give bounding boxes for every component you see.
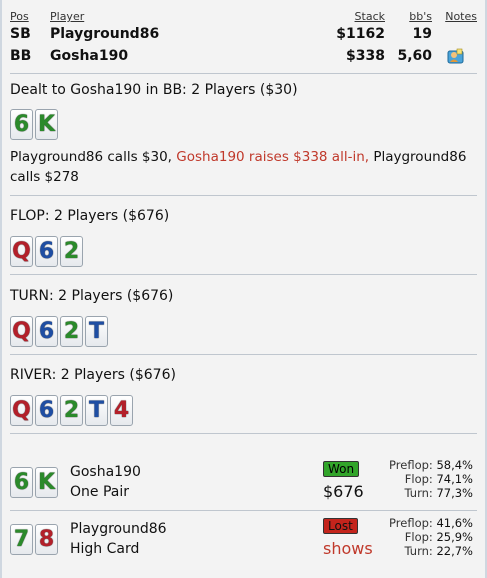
lost-badge: Lost: [323, 518, 358, 534]
card: 4: [110, 395, 133, 426]
preflop-label: Preflop:: [389, 458, 433, 472]
showdown-cards: 7 8: [10, 524, 58, 556]
flop-equity: 25,9%: [436, 530, 473, 544]
divider: [10, 510, 477, 511]
result-player-name[interactable]: Playground86: [70, 521, 167, 537]
turn-title: TURN: 2 Players ($676): [10, 288, 174, 304]
col-stack-header[interactable]: Stack: [355, 10, 385, 23]
divider: [10, 354, 477, 355]
player-bbs: 19: [412, 26, 432, 42]
card: K: [35, 109, 58, 140]
hole-cards: 6 K: [10, 109, 58, 141]
equity-stats: Preflop: 41,6% Flop: 25,9% Turn: 22,7%: [389, 516, 473, 558]
card: 7: [10, 524, 33, 555]
player-stack: $338: [346, 48, 385, 64]
action-call-amount: calls $278: [10, 169, 79, 185]
col-bbs-header[interactable]: bb's: [409, 10, 432, 23]
player-name[interactable]: Gosha190: [50, 48, 128, 64]
flop-label: Flop:: [404, 530, 433, 544]
card: 6: [35, 236, 58, 267]
divider: [10, 274, 477, 275]
player-pos: SB: [10, 26, 31, 42]
river-cards: Q 6 2 T 4: [10, 395, 133, 427]
preflop-title: Dealt to Gosha190 in BB: 2 Players ($30): [10, 82, 298, 98]
action-caller: Playground86: [373, 149, 467, 165]
card: T: [85, 316, 108, 347]
preflop-equity: 58,4%: [436, 458, 473, 472]
player-row: SB Playground86 $1162 19: [10, 26, 477, 44]
preflop-equity: 41,6%: [436, 516, 473, 530]
divider: [10, 433, 477, 434]
turn-cards: Q 6 2 T: [10, 316, 108, 348]
action-raise: Gosha190 raises $338 all-in,: [176, 149, 374, 165]
player-bbs: 5,60: [397, 48, 432, 64]
card: 6: [35, 395, 58, 426]
player-pos: BB: [10, 48, 32, 64]
card: Q: [10, 395, 33, 426]
flop-cards: Q 6 2: [10, 236, 83, 268]
result-player-name[interactable]: Gosha190: [70, 464, 141, 480]
showdown-cards: 6 K: [10, 467, 58, 499]
col-notes-header[interactable]: Notes: [445, 10, 477, 23]
col-player-header[interactable]: Player: [50, 10, 84, 23]
won-badge: Won: [323, 461, 360, 477]
card: Q: [10, 316, 33, 347]
flop-title: FLOP: 2 Players ($676): [10, 208, 170, 224]
card: K: [35, 467, 58, 498]
player-row: BB Gosha190 $338 5,60: [10, 48, 477, 66]
card: 2: [60, 316, 83, 347]
turn-label: Turn:: [404, 544, 433, 558]
result-hand-rank: High Card: [70, 541, 140, 557]
card: 2: [60, 236, 83, 267]
players-table: Pos Player Stack bb's Notes SB Playgroun…: [10, 8, 477, 68]
player-note-icon[interactable]: [447, 48, 465, 64]
preflop-label: Preflop:: [389, 516, 433, 530]
shows-label: shows: [323, 539, 373, 558]
card: 6: [10, 109, 33, 140]
preflop-actions: Playground86 calls $30, Gosha190 raises …: [10, 147, 472, 187]
turn-equity: 22,7%: [436, 544, 473, 558]
card: 6: [35, 316, 58, 347]
turn-equity: 77,3%: [436, 486, 473, 500]
river-title: RIVER: 2 Players ($676): [10, 367, 176, 383]
players-table-header: Pos Player Stack bb's Notes: [10, 8, 477, 26]
won-amount: $676: [323, 482, 364, 501]
card: T: [85, 395, 108, 426]
result-hand-rank: One Pair: [70, 484, 129, 500]
turn-label: Turn:: [404, 486, 433, 500]
hand-history-panel: Pos Player Stack bb's Notes SB Playgroun…: [0, 0, 487, 578]
flop-label: Flop:: [404, 472, 433, 486]
divider: [10, 73, 477, 74]
card: 2: [60, 395, 83, 426]
card: 8: [35, 524, 58, 555]
flop-equity: 74,1%: [436, 472, 473, 486]
player-name[interactable]: Playground86: [50, 26, 159, 42]
card: Q: [10, 236, 33, 267]
equity-stats: Preflop: 58,4% Flop: 74,1% Turn: 77,3%: [389, 458, 473, 500]
action-call: Playground86 calls $30,: [10, 149, 177, 165]
col-pos-header[interactable]: Pos: [10, 10, 29, 23]
card: 6: [10, 467, 33, 498]
player-stack: $1162: [336, 26, 385, 42]
divider: [10, 195, 477, 196]
